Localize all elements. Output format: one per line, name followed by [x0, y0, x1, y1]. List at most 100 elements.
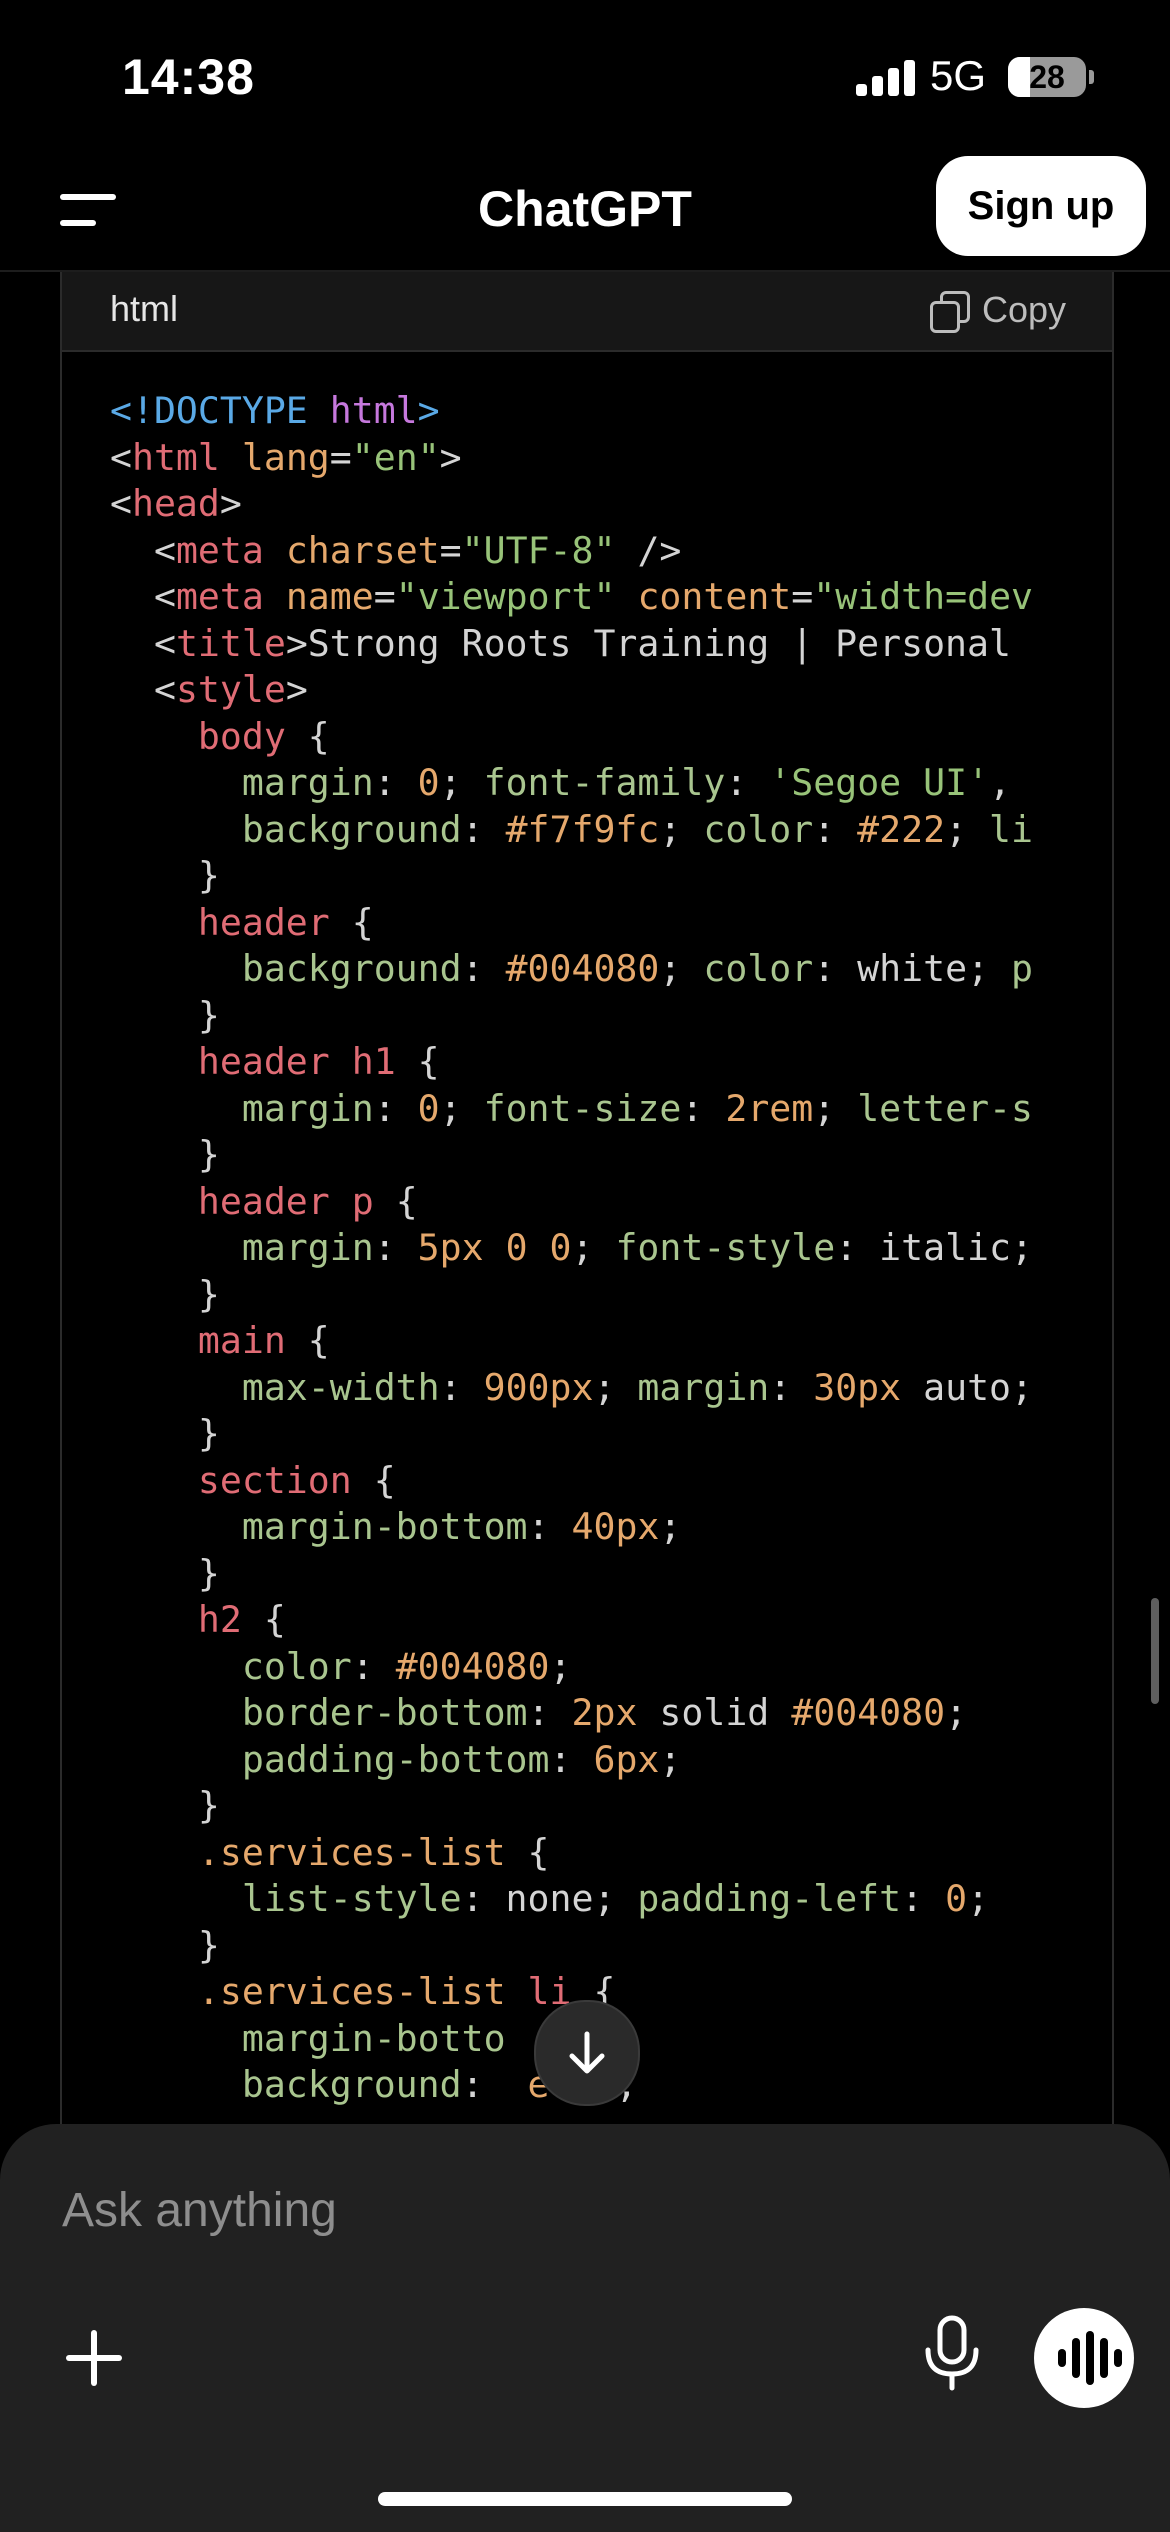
code-token: html	[329, 389, 418, 432]
code-token: :	[461, 807, 506, 851]
code-token: ;	[659, 1505, 682, 1548]
code-token: h2	[197, 1598, 242, 1641]
code-token: 900px	[483, 1365, 594, 1409]
code-token: header p	[197, 1179, 374, 1223]
code-token: <	[110, 528, 176, 572]
code-token: content	[637, 575, 792, 618]
network-type: 5G	[930, 52, 987, 99]
copy-button[interactable]: Copy	[928, 282, 1066, 338]
code-line: h2 {	[110, 1597, 1033, 1644]
code-token: margin-bottom	[241, 1505, 528, 1548]
code-line: margin-bottom: 40px;	[110, 1504, 1033, 1551]
signal-bars-icon	[856, 60, 916, 96]
code-token: ;	[593, 1365, 638, 1409]
code-token: auto;	[901, 1365, 1033, 1409]
code-token: ,	[989, 761, 1012, 804]
status-time: 14:38	[122, 49, 255, 105]
code-token: "viewport"	[395, 575, 616, 618]
code-line: section {	[110, 1458, 1033, 1505]
code-token: <	[110, 621, 176, 665]
code-content: <!DOCTYPE html> <html lang="en"> <head> <m…	[110, 388, 1033, 2109]
code-token: {	[285, 714, 330, 758]
code-token: ;	[945, 1691, 968, 1734]
code-token: ;	[967, 1877, 990, 1920]
code-line: header p {	[110, 1179, 1033, 1226]
code-token: main	[197, 1319, 286, 1362]
plus-icon[interactable]	[58, 2322, 130, 2394]
code-token: name	[285, 575, 374, 618]
code-token: ;	[659, 1737, 682, 1781]
code-token: }	[110, 1784, 220, 1827]
code-token: <	[110, 575, 176, 618]
code-token: =	[329, 435, 352, 479]
code-token: : white;	[813, 947, 1011, 990]
microphone-icon[interactable]	[920, 2314, 984, 2394]
scroll-down-button[interactable]	[534, 2000, 640, 2106]
scrollbar[interactable]	[1151, 1598, 1159, 1704]
code-line: <head>	[110, 481, 1033, 528]
code-token: #222	[857, 807, 946, 851]
code-token: }	[110, 1923, 220, 1967]
code-token: solid	[637, 1691, 792, 1734]
code-line: list-style: none; padding-left: 0;	[110, 1876, 1033, 1923]
arrow-down-icon	[569, 2031, 605, 2074]
code-line: }	[110, 993, 1033, 1040]
code-token: color	[703, 947, 814, 990]
code-token: :	[681, 1086, 726, 1130]
code-token: meta	[175, 528, 264, 572]
code-token: }	[110, 1133, 220, 1176]
code-token: 0	[417, 761, 440, 804]
voice-mode-button[interactable]	[1034, 2308, 1134, 2408]
code-token: padding-bottom	[241, 1737, 550, 1781]
code-token: 0	[945, 1877, 968, 1920]
code-token: }	[110, 1412, 220, 1455]
code-line: <meta name="viewport" content="width=dev	[110, 574, 1033, 621]
code-line: <meta charset="UTF-8" />	[110, 528, 1033, 575]
sign-up-button[interactable]: Sign up	[936, 156, 1146, 256]
code-token: list-style	[241, 1877, 462, 1920]
code-token: =	[373, 575, 396, 618]
code-token: :	[439, 1365, 484, 1409]
code-token: 2px	[571, 1691, 638, 1734]
code-token: :	[373, 1226, 418, 1269]
code-token: body	[197, 714, 286, 758]
code-token: }	[110, 993, 220, 1037]
copy-label: Copy	[981, 289, 1066, 330]
code-token: #004080	[791, 1691, 946, 1734]
code-line: }	[110, 853, 1033, 900]
code-token: letter-s	[857, 1086, 1034, 1130]
code-token: }	[110, 1551, 220, 1595]
code-token: margin	[241, 1086, 374, 1130]
code-token: <	[110, 482, 132, 525]
code-token: html	[131, 435, 220, 479]
code-token: {	[505, 1830, 550, 1874]
code-token: />	[615, 528, 682, 572]
code-token: charset	[285, 528, 440, 572]
code-token: background	[241, 807, 462, 851]
code-token: 2rem	[725, 1086, 814, 1130]
code-token: :	[813, 807, 858, 851]
code-block-header: html Copy	[62, 272, 1112, 352]
code-line: }	[110, 1923, 1033, 1970]
code-token: li	[989, 807, 1033, 851]
code-token: ;	[945, 807, 990, 851]
ask-input[interactable]	[60, 2174, 924, 2246]
code-line: <title>Strong Roots Training | Personal	[110, 621, 1033, 668]
code-line: .services-list {	[110, 1830, 1033, 1877]
code-token: #004080	[505, 947, 660, 990]
code-token: :	[351, 1644, 396, 1688]
code-token: {	[373, 1179, 418, 1223]
code-line: }	[110, 1783, 1033, 1830]
code-token: :	[725, 761, 770, 804]
